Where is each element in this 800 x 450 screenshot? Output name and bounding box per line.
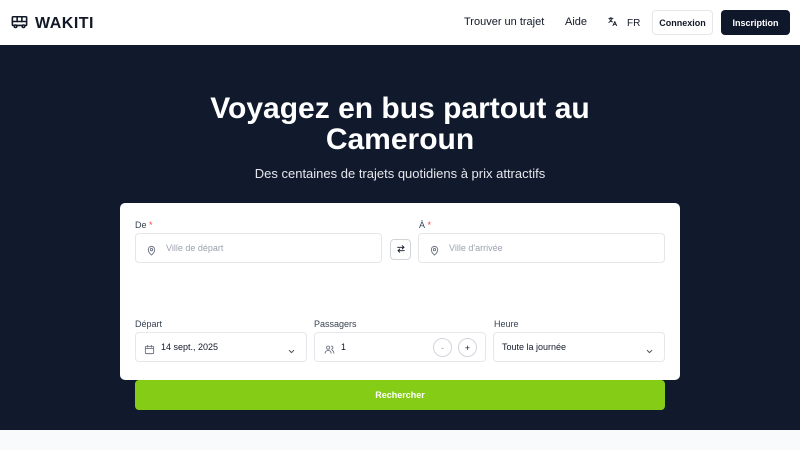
bus-icon — [10, 12, 29, 36]
to-label: À * — [419, 220, 431, 230]
login-button[interactable]: Connexion — [652, 10, 713, 35]
swap-arrows-icon — [396, 241, 406, 259]
translate-icon — [607, 16, 618, 30]
swap-cities-button[interactable] — [390, 239, 411, 260]
from-placeholder: Ville de départ — [166, 243, 224, 253]
nav-help[interactable]: Aide — [565, 16, 587, 28]
hero-title: Voyagez en bus partout au Cameroun — [210, 92, 590, 156]
map-pin-icon — [429, 243, 440, 256]
signup-button[interactable]: Inscription — [721, 10, 790, 35]
date-label: Départ — [135, 319, 163, 329]
brand-logo[interactable]: WAKITI — [10, 12, 94, 36]
required-mark: * — [427, 220, 432, 230]
brand-name: WAKITI — [35, 15, 94, 32]
from-label: De * — [135, 220, 153, 230]
search-card: De * Ville de départ À * Ville d'arrivée… — [120, 203, 680, 410]
top-navbar: WAKITI Trouver un trajet Aide FR Connexi… — [0, 0, 800, 45]
search-button[interactable]: Rechercher — [135, 380, 665, 410]
time-label: Heure — [494, 319, 519, 329]
passengers-label: Passagers — [314, 319, 357, 329]
time-select[interactable]: Toute la journée — [493, 332, 665, 362]
from-city-input[interactable]: Ville de départ — [135, 233, 382, 263]
calendar-icon — [144, 342, 155, 354]
hero-subtitle: Des centaines de trajets quotidiens à pr… — [254, 166, 546, 181]
departure-date-picker[interactable]: 14 sept., 2025 — [135, 332, 307, 362]
passengers-field: 1 - + — [314, 332, 486, 362]
to-city-input[interactable]: Ville d'arrivée — [418, 233, 665, 263]
passengers-value: 1 — [341, 342, 347, 352]
language-switcher[interactable]: FR — [607, 16, 640, 30]
from-label-text: De — [135, 220, 147, 230]
map-pin-icon — [146, 243, 157, 256]
decrease-passengers-button[interactable]: - — [433, 338, 452, 357]
to-label-text: À — [419, 220, 426, 230]
chevron-down-icon — [287, 343, 296, 354]
increase-passengers-button[interactable]: + — [458, 338, 477, 357]
users-icon — [324, 342, 335, 354]
to-placeholder: Ville d'arrivée — [449, 243, 503, 253]
time-value: Toute la journée — [502, 342, 567, 352]
date-value: 14 sept., 2025 — [161, 342, 219, 352]
hero-section: Voyagez en bus partout au Cameroun Des c… — [0, 45, 800, 430]
language-label: FR — [627, 17, 641, 29]
chevron-down-icon — [645, 343, 654, 354]
page-bottom-strip — [0, 430, 800, 450]
nav-find-trip[interactable]: Trouver un trajet — [464, 16, 544, 28]
required-mark: * — [149, 220, 153, 230]
